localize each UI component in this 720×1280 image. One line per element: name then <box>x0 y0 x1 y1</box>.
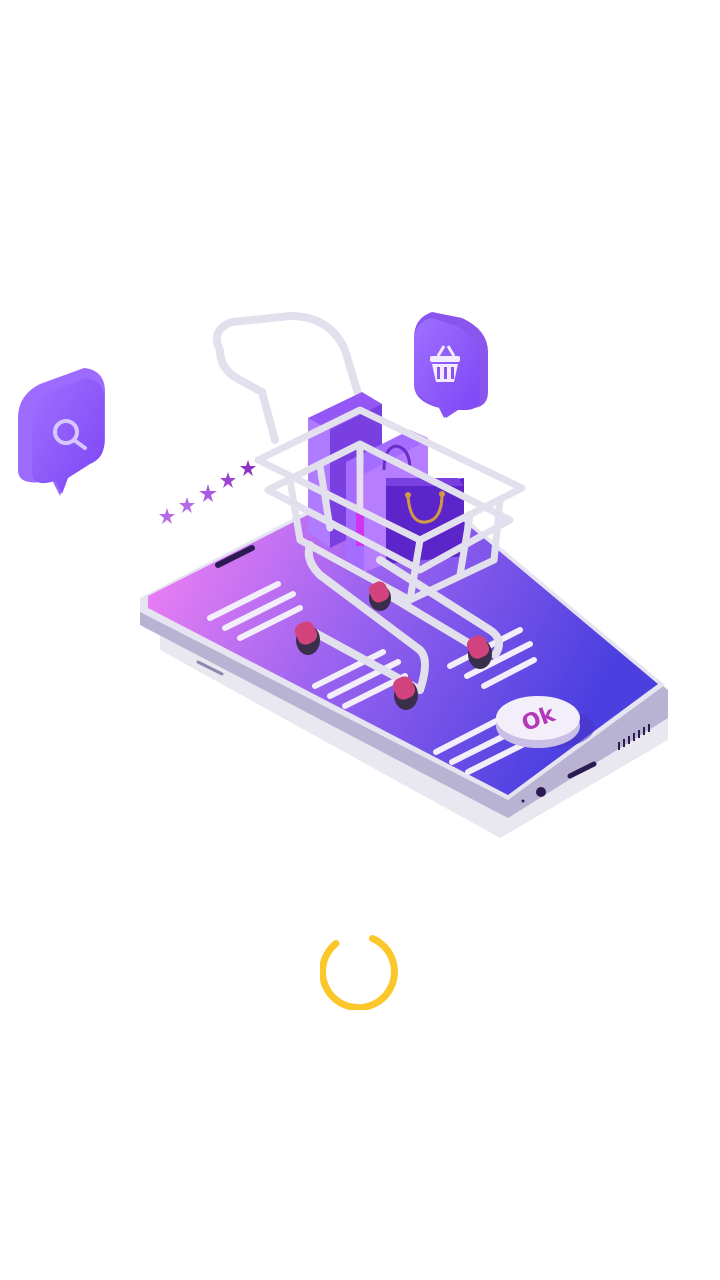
search-bubble <box>18 368 105 496</box>
star-icon <box>179 497 195 513</box>
basket-bubble <box>414 312 488 418</box>
phone-mic <box>536 787 546 797</box>
rating-stars <box>159 460 256 524</box>
shopping-illustration: Ok <box>18 311 668 838</box>
loading-spinner-icon <box>320 935 398 1010</box>
loading-spinner <box>320 930 400 1010</box>
star-icon <box>199 484 217 502</box>
splash-screen: Ok <box>0 0 720 1280</box>
star-icon <box>220 472 236 488</box>
star-icon <box>240 460 256 476</box>
star-icon <box>159 508 175 524</box>
